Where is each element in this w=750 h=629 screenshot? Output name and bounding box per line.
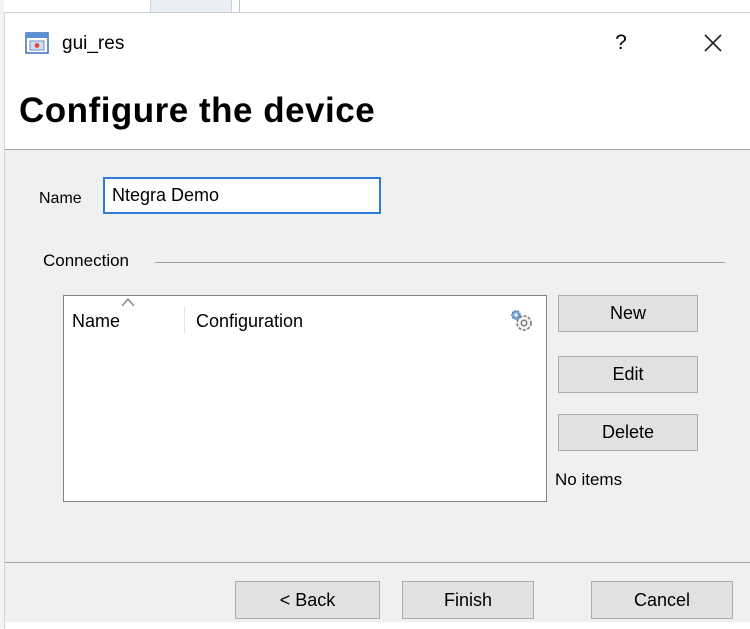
connection-group-line [155,262,725,263]
delete-button[interactable]: Delete [558,414,698,451]
column-separator[interactable] [184,306,185,334]
close-icon [704,34,722,52]
connection-status: No items [555,470,623,489]
back-button[interactable]: < Back [235,581,380,619]
column-header-name[interactable]: Name [72,311,120,332]
app-window-icon [25,31,49,55]
window-title: gui_res [62,33,125,54]
page-title: Configure the device [19,91,376,130]
new-button[interactable]: New [558,295,698,332]
title-bar: gui_res ? [5,13,750,73]
name-label: Name [39,190,82,207]
help-icon: ? [615,31,627,54]
finish-button[interactable]: Finish [402,581,534,619]
edit-button[interactable]: Edit [558,356,698,393]
column-header-configuration[interactable]: Configuration [196,311,303,332]
close-button[interactable] [693,23,733,63]
background-window-fragment-line [239,0,240,12]
dialog-window: gui_res ? Configure the device Name Conn… [4,12,750,629]
connection-group-label: Connection [43,251,136,271]
connection-list[interactable]: Name Configuration [63,295,547,502]
name-field[interactable] [103,177,381,214]
cancel-button[interactable]: Cancel [591,581,733,619]
gear-icon[interactable] [509,308,535,334]
help-button[interactable]: ? [601,23,641,63]
background-window-fragment [150,0,232,12]
sort-caret-icon [121,297,135,307]
